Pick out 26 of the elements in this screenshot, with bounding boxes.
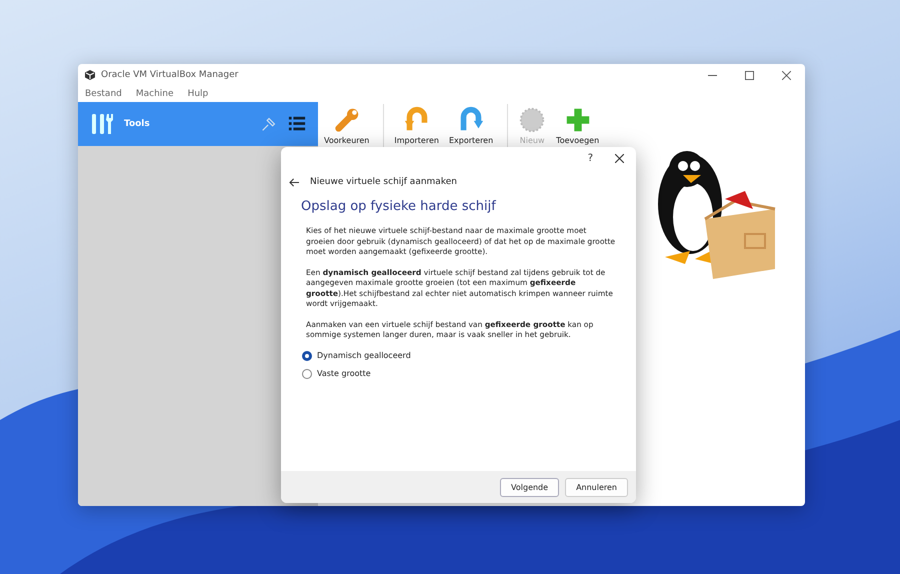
menu-item[interactable]: Machine xyxy=(136,89,174,99)
menu-item[interactable]: Hulp xyxy=(188,89,208,99)
back-arrow-icon[interactable] xyxy=(289,178,300,186)
dialog-title: Nieuwe virtuele schijf aanmaken xyxy=(310,177,457,187)
toolbar-button[interactable]: Exporteren xyxy=(444,104,498,147)
radio-button[interactable] xyxy=(302,368,312,378)
radio-label[interactable]: Vaste grootte xyxy=(317,369,371,378)
tools-label: Tools xyxy=(124,119,150,129)
list-icon[interactable] xyxy=(288,115,306,133)
maximize-icon[interactable] xyxy=(745,70,754,80)
help-button[interactable]: ? xyxy=(588,152,593,164)
dialog-button[interactable]: Annuleren xyxy=(565,478,628,496)
toolbar-button[interactable]: Toevoegen xyxy=(552,104,604,147)
window-title: Oracle VM VirtualBox Manager xyxy=(101,70,238,80)
wrench-icon xyxy=(332,106,361,134)
menu-item[interactable]: Bestand xyxy=(85,89,122,99)
close-icon[interactable] xyxy=(615,154,624,162)
star-burst-icon xyxy=(518,106,546,134)
toolbar-button[interactable]: Voorkeuren xyxy=(320,104,374,147)
radio-button[interactable] xyxy=(302,350,312,360)
radio-label[interactable]: Dynamisch gealloceerd xyxy=(317,351,411,360)
tools-icon xyxy=(90,112,114,136)
dialog-button[interactable]: Volgende xyxy=(500,478,560,496)
close-icon[interactable] xyxy=(782,70,791,80)
cube-icon xyxy=(84,69,96,81)
page-heading: Opslag op fysieke harde schijf xyxy=(301,199,498,214)
